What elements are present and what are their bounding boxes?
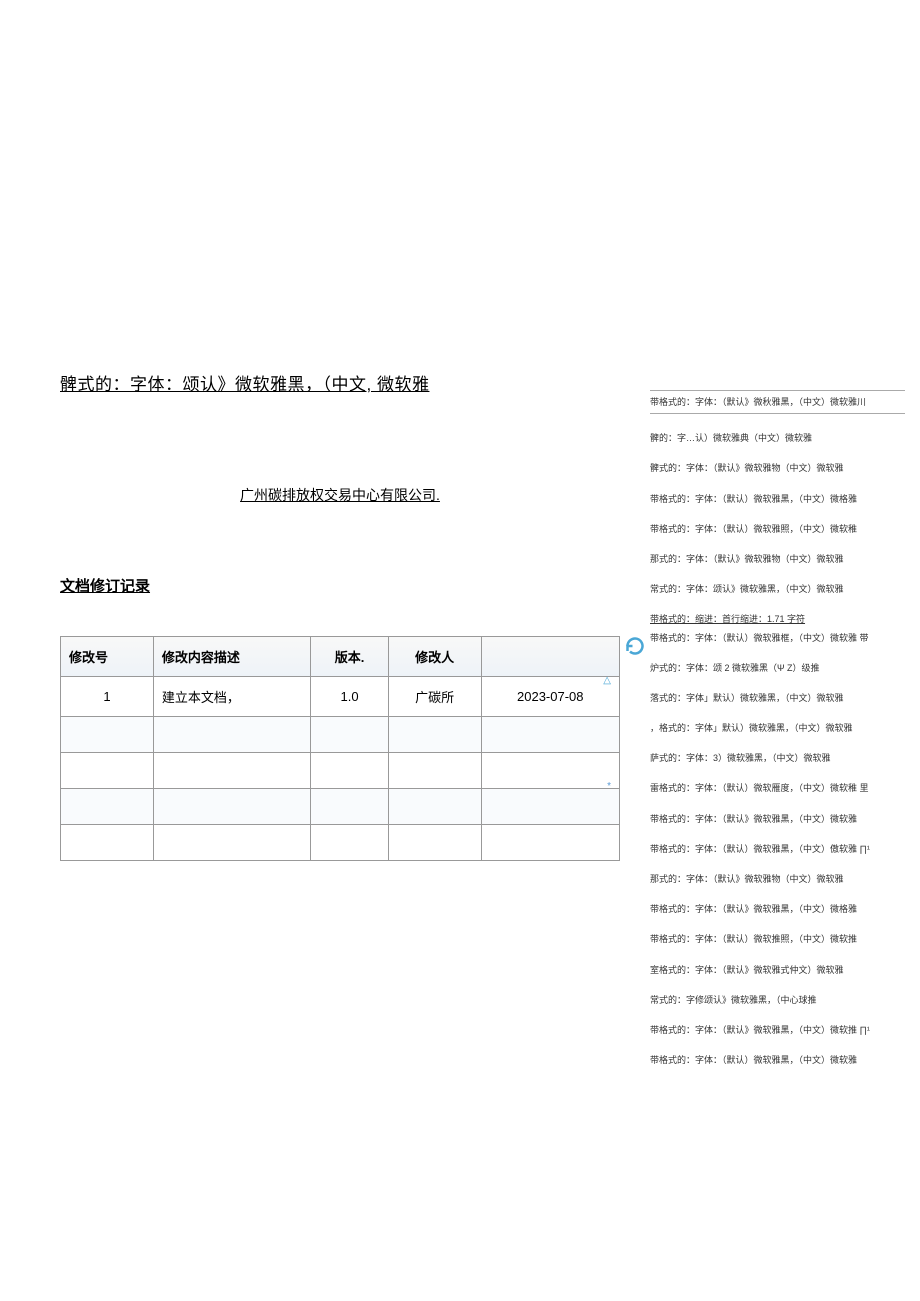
format-note: 萨式的：字体：3）微软雅黑，（中文）微软雅 xyxy=(650,750,905,766)
format-note: 带格式的：字体：（默认）微软雅黑，（中文）微软雅 xyxy=(650,1052,905,1068)
format-comments-sidebar: 带格式的：字体：（默认》微秋雅黑，（中文）微软雅川 髀的：字…认）微软雅典（中文… xyxy=(650,390,905,1082)
cell-desc: 建立本文档， xyxy=(153,677,311,717)
table-row xyxy=(61,717,620,753)
cell-ver: 1.0 xyxy=(311,677,388,717)
cell-num: 1 xyxy=(61,677,154,717)
format-note: 带格式的：字体：（默认》微软雅黑，（中文）微软推 ∏¹ xyxy=(650,1022,905,1038)
revision-section-title: 文档修订记录 xyxy=(60,575,620,596)
revision-table-container: 修改号 修改内容描述 版本. 修改人 1 建立本文档， 1.0 广碳所 2023… xyxy=(60,636,620,861)
cell-empty xyxy=(61,717,154,753)
document-body: 髀式的：字体：颂认》微软雅黑，（中文, 微软雅 广州碳排放权交易中心有限公司. … xyxy=(60,370,620,861)
company-name: 广州碳排放权交易中心有限公司. xyxy=(60,485,620,505)
col-num: 修改号 xyxy=(61,637,154,677)
cell-empty xyxy=(61,789,154,825)
format-note: 带格式的：字体：（默认）微软推照，（中文）微软推 xyxy=(650,931,905,947)
format-note: 雷格式的：字体：（默认）微软雁度，（中文）微软稚 里 xyxy=(650,780,905,796)
table-header-row: 修改号 修改内容描述 版本. 修改人 xyxy=(61,637,620,677)
format-note: 常式的：字体：颂认》微软雅黑，（中文）微软雅 xyxy=(650,581,905,597)
col-ver: 版本. xyxy=(311,637,388,677)
table-row: * xyxy=(61,789,620,825)
format-note: 带格式的：字体：（默认）微软雅黑，（中文）傲软雅 ∏¹ xyxy=(650,841,905,857)
format-note: 那式的：字体：（默认》微软雅物（中文）微软雅 xyxy=(650,871,905,887)
format-note: ，格式的：字体」默认）微软雅黑，（中文）微软雅 xyxy=(650,720,905,736)
format-note: 带格式的：字体：（默认》微软雅黑，（中文）微格雅 xyxy=(650,901,905,917)
format-note: 带格式的：字体：（默认》微秋雅黑，（中文）微软雅川 xyxy=(650,390,905,414)
format-note: 带格式的：字体：（默认）微软雅照，（中文）微软稚 xyxy=(650,521,905,537)
col-date xyxy=(481,637,619,677)
cell-empty xyxy=(61,753,154,789)
format-note: 带格式的：字体：（默认）微软雅黑，（中文）微格雅 xyxy=(650,491,905,507)
format-note: 带格式的：字体：（默认》微软雅黑，（中文）微软雅 xyxy=(650,811,905,827)
cell-empty xyxy=(61,825,154,861)
cell-date: 2023-07-08△ xyxy=(481,677,619,717)
col-desc: 修改内容描述 xyxy=(153,637,311,677)
cell-editor: 广碳所 xyxy=(388,677,481,717)
format-note: 带格式的：缩进：首行缩进：1.71 字符 xyxy=(650,611,905,627)
table-row xyxy=(61,753,620,789)
table-row xyxy=(61,825,620,861)
format-note: 那式的：字体：（默认》微软雅物（中文）微软雅 xyxy=(650,551,905,567)
format-note: 落式的：字体」默认）微软雅黑，（中文）微软雅 xyxy=(650,690,905,706)
format-note: 室格式的：字体：（默认》微软雅式仲文）微软雅 xyxy=(650,962,905,978)
revision-table: 修改号 修改内容描述 版本. 修改人 1 建立本文档， 1.0 广碳所 2023… xyxy=(60,636,620,861)
asterisk-icon: * xyxy=(607,781,611,792)
refresh-icon[interactable] xyxy=(625,636,645,656)
format-note: 带格式的：字体：（默认）微软雅框，（中文）微软雅 带 xyxy=(650,630,905,646)
table-row: 1 建立本文档， 1.0 广碳所 2023-07-08△ xyxy=(61,677,620,717)
format-note: 髀的：字…认）微软雅典（中文）微软雅 xyxy=(650,430,905,446)
format-note: 髀式的：字体：（默认》微软雅物（中文）微软雅 xyxy=(650,460,905,476)
format-note: 炉式的：字体：颂 2 微软雅黑（Ψ Z）级推 xyxy=(650,660,905,676)
col-editor: 修改人 xyxy=(388,637,481,677)
mark-icon: △ xyxy=(603,675,611,686)
format-note: 常式的：字修颂认》微软雅黑，（中心球推 xyxy=(650,992,905,1008)
format-note-title: 髀式的：字体：颂认》微软雅黑，（中文, 微软雅 xyxy=(60,370,620,395)
